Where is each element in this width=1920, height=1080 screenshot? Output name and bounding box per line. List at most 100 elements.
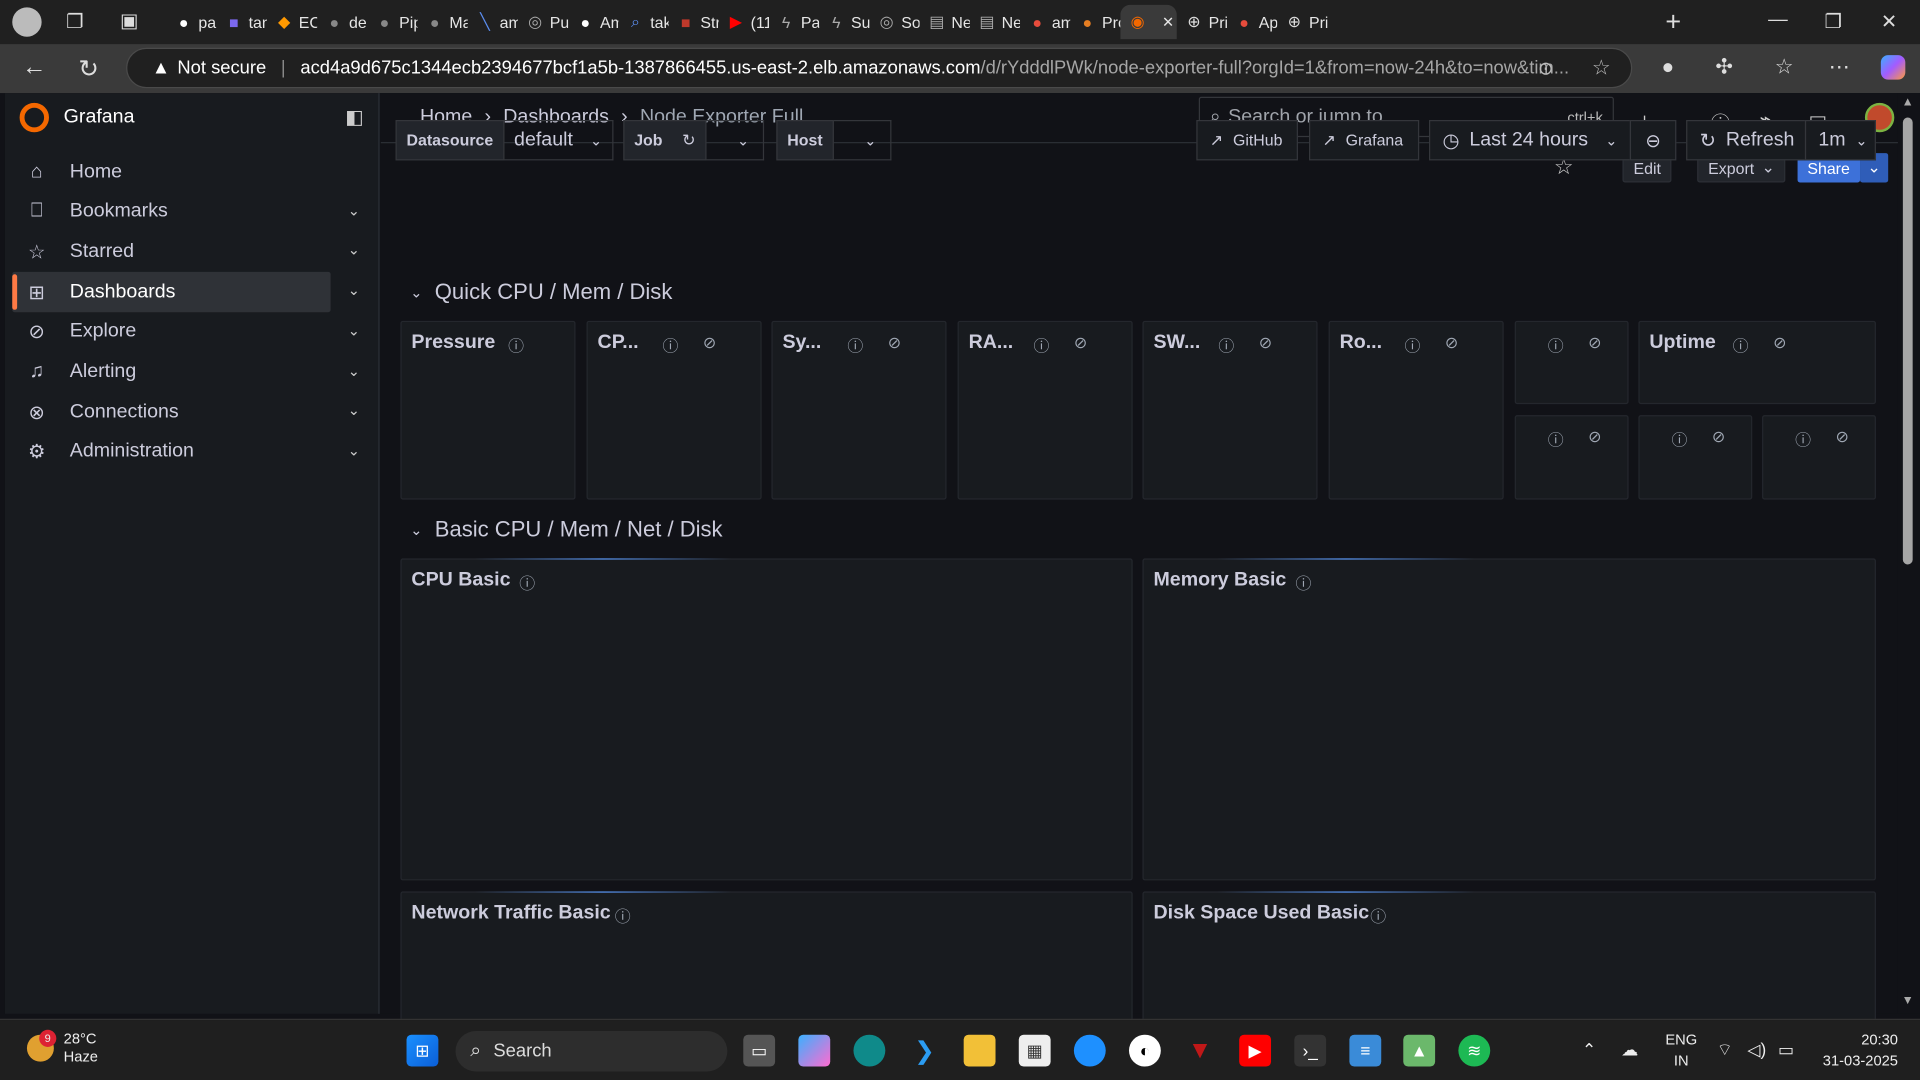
brand[interactable]: Grafana bbox=[19, 102, 135, 133]
row-quick[interactable]: ⌄ Quick CPU / Mem / Disk bbox=[410, 279, 672, 305]
browser-tab[interactable]: ● Ma bbox=[418, 5, 468, 39]
quick-panel[interactable]: ⓘ ⊘ bbox=[1638, 415, 1753, 500]
vertical-tabs-icon[interactable]: ▣ bbox=[120, 9, 139, 33]
quick-panel[interactable]: SW... ⓘ ⊘ bbox=[1142, 320, 1318, 500]
copilot-icon[interactable] bbox=[1880, 55, 1906, 80]
reload-icon[interactable]: ↻ bbox=[78, 54, 99, 85]
browser-tab[interactable]: ϟ Pas bbox=[769, 5, 819, 39]
info-icon[interactable]: ⓘ bbox=[508, 333, 524, 356]
start-button[interactable]: ⊞ bbox=[406, 1034, 439, 1067]
chevron-down-icon[interactable]: ⌄ bbox=[348, 362, 360, 379]
info-icon[interactable]: ⓘ bbox=[1218, 333, 1234, 356]
file-explorer-icon[interactable] bbox=[963, 1034, 996, 1067]
browser-tab[interactable]: ● dep bbox=[317, 5, 367, 39]
favorites-icon[interactable]: ☆ bbox=[1772, 55, 1796, 79]
dock-menu-icon[interactable]: ◧ bbox=[345, 105, 364, 129]
chevron-down-icon[interactable]: ⌄ bbox=[348, 242, 360, 259]
variable-select-host[interactable]: ⌄ bbox=[833, 120, 892, 161]
github-link-button[interactable]: ↗ GitHub bbox=[1196, 120, 1298, 161]
browser-tab[interactable]: ▶ (11 bbox=[719, 5, 769, 39]
system-clock[interactable]: 20:30 31-03-2025 bbox=[1823, 1030, 1898, 1072]
browser-tab[interactable]: ⌕ tak bbox=[618, 5, 669, 39]
onedrive-icon[interactable]: ☁ bbox=[1621, 1040, 1638, 1061]
quick-panel[interactable]: Uptime ⓘ ⊘ bbox=[1638, 320, 1876, 405]
info-icon[interactable]: ⓘ bbox=[1296, 571, 1312, 594]
basic-panel[interactable]: Network Traffic Basic ⓘ bbox=[400, 891, 1133, 1027]
browser-tab[interactable]: ● Pro bbox=[1070, 5, 1121, 39]
favorite-star-icon[interactable]: ☆ bbox=[1592, 56, 1611, 80]
grafana-link-button[interactable]: ↗ Grafana bbox=[1308, 120, 1420, 161]
store-app-icon[interactable]: ▦ bbox=[1018, 1034, 1051, 1067]
quick-panel[interactable]: Sy... ⓘ ⊘ bbox=[771, 320, 947, 500]
info-icon[interactable]: ⓘ bbox=[615, 904, 631, 927]
profile-avatar[interactable] bbox=[12, 7, 42, 37]
sidebar-item-dashboards[interactable]: ⊞ Dashboards bbox=[12, 271, 331, 313]
quick-panel[interactable]: CP... ⓘ ⊘ bbox=[586, 320, 762, 500]
copilot-app-icon[interactable] bbox=[798, 1034, 831, 1067]
browser-tab[interactable]: ▤ Ne bbox=[970, 5, 1020, 39]
refresh-button[interactable]: ↻ Refresh bbox=[1686, 120, 1807, 161]
quick-panel[interactable]: RA... ⓘ ⊘ bbox=[957, 320, 1133, 500]
info-icon[interactable]: ⓘ bbox=[1795, 427, 1811, 450]
wifi-icon[interactable]: ⌔ bbox=[1717, 1040, 1733, 1062]
notepad-app-icon[interactable]: ≡ bbox=[1349, 1034, 1382, 1067]
chevron-down-icon[interactable]: ⌄ bbox=[348, 442, 360, 459]
quick-panel[interactable]: ⓘ ⊘ bbox=[1762, 415, 1876, 500]
minimize-icon[interactable]: — bbox=[1768, 10, 1788, 32]
browser-tab[interactable]: ◎ Sor bbox=[869, 5, 920, 39]
chevron-down-icon[interactable]: ⌄ bbox=[348, 322, 360, 339]
terminal-app-icon[interactable]: ›_ bbox=[1294, 1034, 1327, 1067]
time-range-picker[interactable]: ◷ Last 24 hours ⌄ bbox=[1428, 120, 1632, 161]
quick-panel[interactable]: ⓘ ⊘ bbox=[1514, 320, 1629, 405]
info-icon[interactable]: ⓘ bbox=[662, 333, 678, 356]
info-icon[interactable]: ⓘ bbox=[1548, 333, 1564, 356]
more-options-icon[interactable]: ⊙ bbox=[1538, 57, 1553, 79]
info-icon[interactable]: ⓘ bbox=[1548, 427, 1564, 450]
maximize-icon[interactable]: ❐ bbox=[1825, 10, 1843, 34]
image-app-icon[interactable]: ▲ bbox=[1403, 1034, 1436, 1067]
browser-tab[interactable]: ⊕ Prir bbox=[1277, 5, 1328, 39]
refresh-icon[interactable]: ↻ bbox=[682, 130, 695, 150]
sidebar-item-administration[interactable]: ⚙ Administration bbox=[12, 432, 330, 472]
edge-app-icon[interactable] bbox=[853, 1034, 886, 1067]
task-view-icon[interactable]: ▭ bbox=[743, 1034, 776, 1067]
chevron-down-icon[interactable]: ⌄ bbox=[348, 402, 360, 419]
browser-tab[interactable]: ● am bbox=[1020, 5, 1070, 39]
browser-tab[interactable]: ◆ EC2 bbox=[267, 5, 317, 39]
scroll-thumb[interactable] bbox=[1902, 117, 1913, 565]
info-icon[interactable]: ⓘ bbox=[1370, 904, 1386, 927]
basic-panel[interactable]: CPU Basic ⓘ bbox=[400, 558, 1133, 881]
zoom-out-button[interactable]: ⊖ bbox=[1629, 120, 1677, 161]
browser-app-icon[interactable] bbox=[1073, 1034, 1106, 1067]
address-bar[interactable]: ▲ Not secure | acd4a9d675c1344ecb2394677… bbox=[126, 47, 1633, 89]
taskbar-search[interactable]: ⌕ Search bbox=[455, 1031, 728, 1072]
spotify-app-icon[interactable]: ≋ bbox=[1458, 1034, 1491, 1067]
github-desktop-icon[interactable]: ◐ bbox=[1128, 1034, 1161, 1067]
browser-tab[interactable]: ╲ am bbox=[468, 5, 518, 39]
scroll-up-icon[interactable]: ▲ bbox=[1902, 96, 1914, 109]
youtube-app-icon[interactable]: ▶ bbox=[1239, 1034, 1272, 1067]
refresh-interval-select[interactable]: 1m ⌄ bbox=[1804, 120, 1876, 161]
browser-tab[interactable]: ● Am bbox=[568, 5, 618, 39]
browser-tab[interactable]: ■ Stri bbox=[669, 5, 719, 39]
info-icon[interactable]: ⓘ bbox=[519, 571, 535, 594]
puzzle-icon[interactable]: ✣ bbox=[1712, 55, 1736, 79]
browser-tab[interactable]: ■ tan bbox=[217, 5, 267, 39]
browser-tab[interactable]: ⊕ Prir bbox=[1177, 5, 1227, 39]
weather-widget[interactable]: 9 28°C Haze bbox=[26, 1029, 98, 1067]
chevron-down-icon[interactable]: ⌄ bbox=[348, 282, 360, 299]
basic-panel[interactable]: Disk Space Used Basic ⓘ bbox=[1142, 891, 1876, 1027]
menu-icon[interactable]: ⋯ bbox=[1827, 55, 1851, 79]
scroll-down-icon[interactable]: ▼ bbox=[1902, 994, 1914, 1007]
mcafee-app-icon[interactable]: ▼ bbox=[1184, 1035, 1216, 1067]
close-window-icon[interactable]: ✕ bbox=[1881, 10, 1897, 34]
browser-tab[interactable]: ◉ ✕ bbox=[1120, 4, 1177, 40]
info-icon[interactable]: ⓘ bbox=[1733, 333, 1749, 356]
browser-tab[interactable]: ◎ Pus bbox=[518, 5, 568, 39]
row-basic[interactable]: ⌄ Basic CPU / Mem / Net / Disk bbox=[410, 517, 722, 543]
variable-select-job[interactable]: ⌄ bbox=[706, 120, 765, 161]
sidebar-item-alerting[interactable]: ♫ Alerting bbox=[12, 352, 330, 392]
browser-tab[interactable]: ▤ Ne bbox=[920, 5, 970, 39]
chevron-down-icon[interactable]: ⌄ bbox=[348, 202, 360, 219]
info-icon[interactable]: ⓘ bbox=[847, 333, 863, 356]
